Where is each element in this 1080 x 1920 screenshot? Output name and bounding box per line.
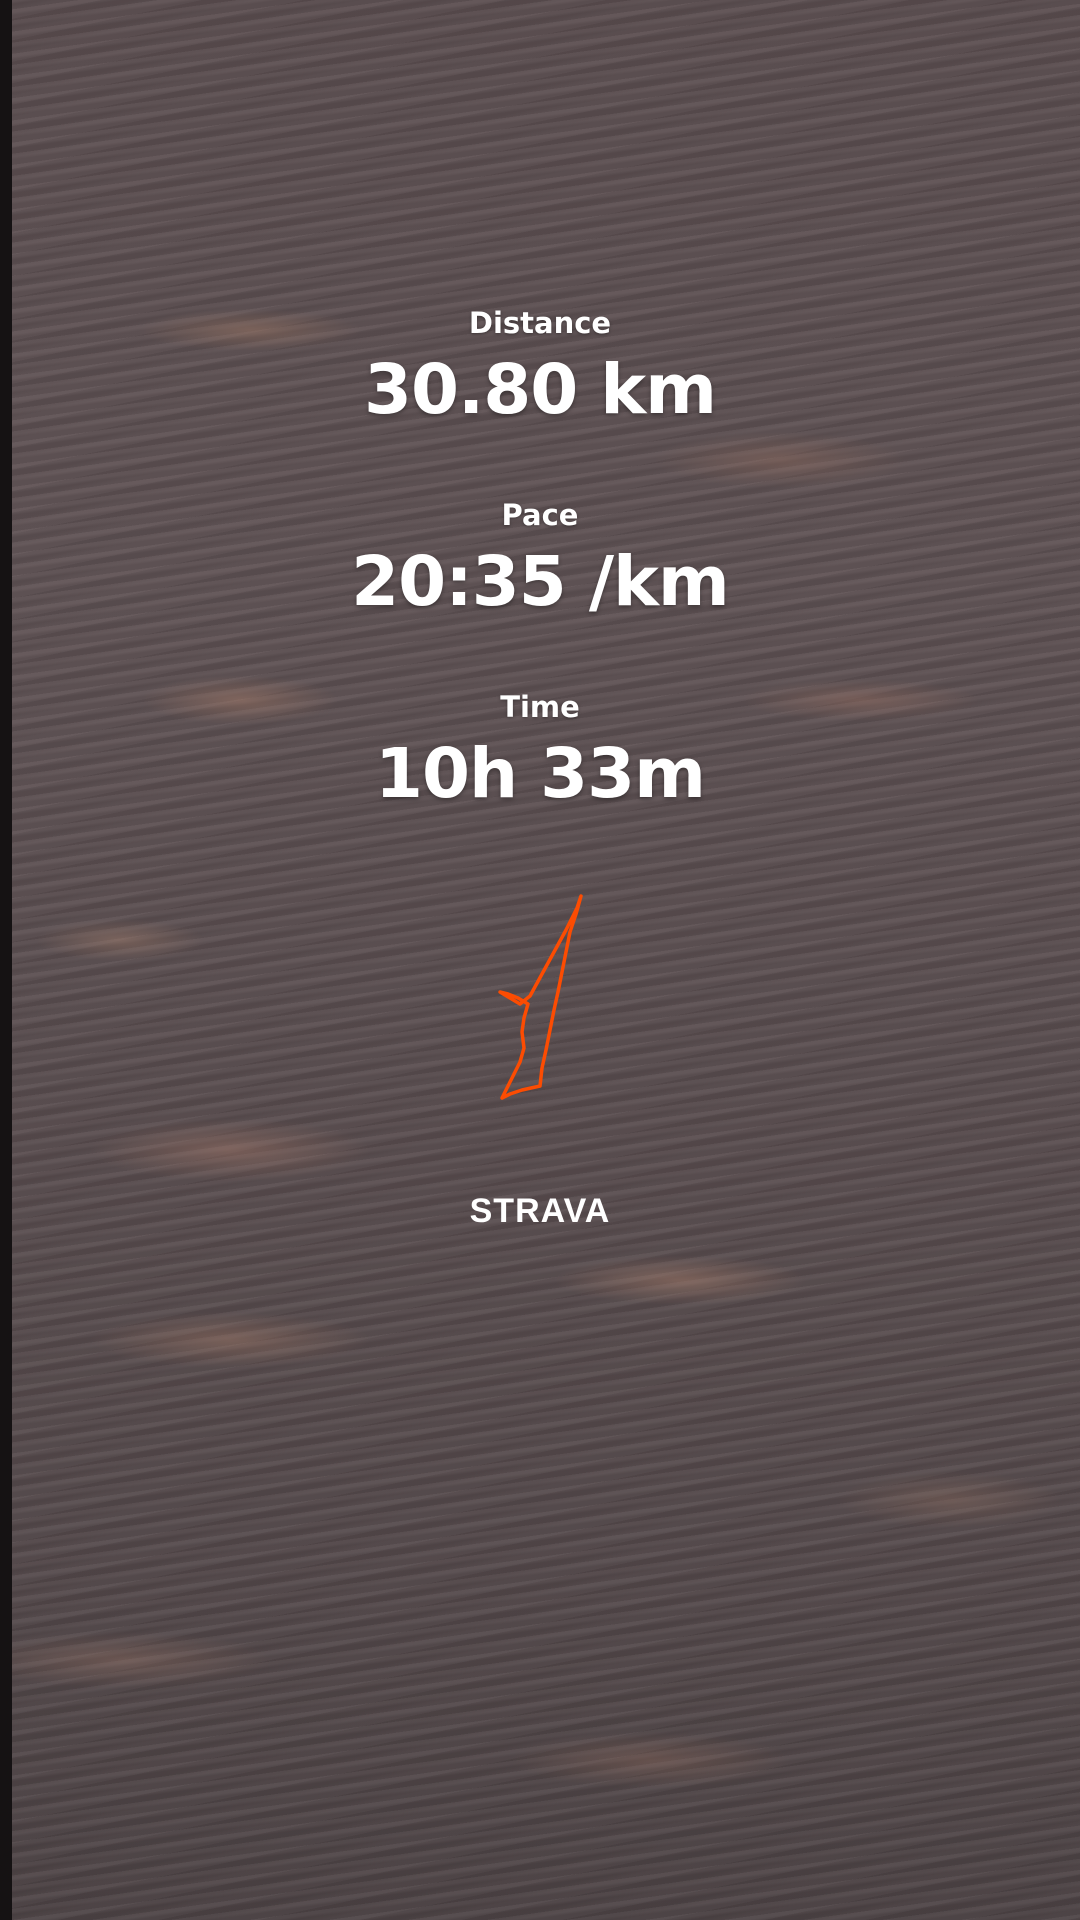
pace-label: Pace <box>501 498 579 532</box>
distance-value: 30.80 km <box>363 350 717 430</box>
strava-logo: STRAVA <box>469 1192 611 1230</box>
time-label: Time <box>500 690 580 724</box>
route-map-icon <box>498 894 583 1100</box>
pace-value: 20:35 /km <box>351 542 730 622</box>
distance-label: Distance <box>468 306 612 340</box>
route-path <box>498 894 583 1100</box>
strava-share-screen: Distance 30.80 km Pace 20:35 /km Time 10… <box>0 0 1080 1920</box>
screen-edge <box>0 0 12 1920</box>
time-value: 10h 33m <box>374 734 706 814</box>
